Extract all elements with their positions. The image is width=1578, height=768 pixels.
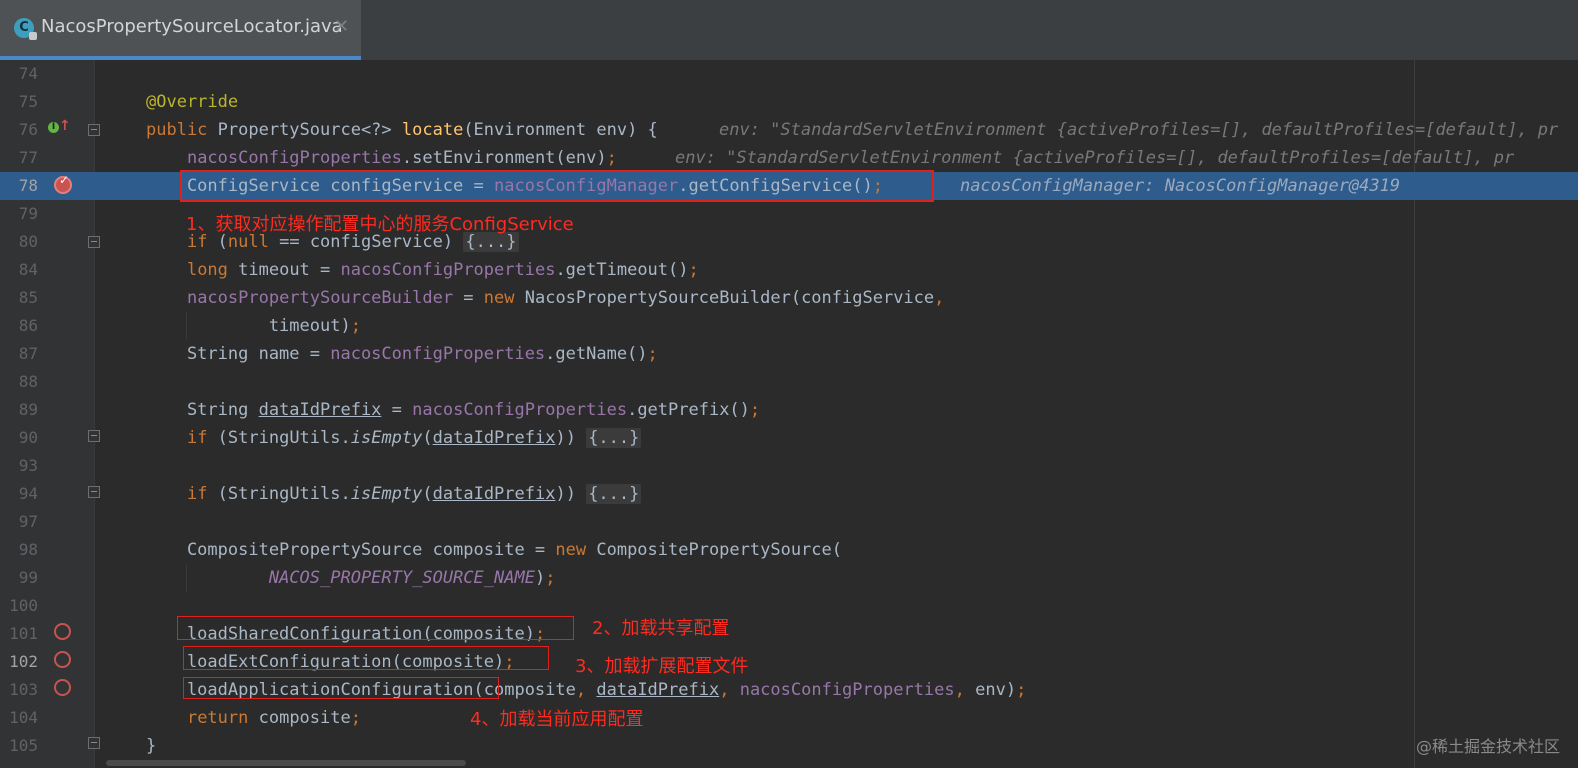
code-line[interactable]: 90 if (StringUtils.isEmpty(dataIdPrefix)… [0,424,1578,452]
implements-method-icon[interactable]: I [48,122,59,133]
fold-toggle-icon[interactable] [88,124,100,136]
line-number: 105 [9,736,38,755]
line-number: 94 [18,484,38,503]
code-line[interactable]: 93 [0,452,1578,480]
code-text: long timeout = nacosConfigProperties.get… [186,260,699,280]
code-line[interactable]: 97 [0,508,1578,536]
fold-toggle-icon[interactable] [88,236,100,248]
breakpoint-icon[interactable] [54,623,71,640]
annotation-1: 1、获取对应操作配置中心的服务ConfigService [186,214,574,235]
code-text: CompositePropertySource composite = new … [146,540,842,560]
debug-inline-value: env: "StandardServletEnvironment {active… [719,120,1559,140]
close-icon[interactable]: ✕ [334,16,349,37]
code-line[interactable]: 84 long timeout = nacosConfigProperties.… [0,256,1578,284]
highlight-box-config-service [180,170,934,202]
debug-inline-value: env: "StandardServletEnvironment {active… [675,148,1515,168]
annotation-3: 3、加载扩展配置文件 [575,656,749,677]
code-line[interactable]: 86 timeout); [0,312,1578,340]
breakpoint-hit-icon[interactable] [54,173,72,194]
code-line[interactable]: 98 CompositePropertySource composite = n… [0,536,1578,564]
tab-nacos-property-source-locator[interactable]: C NacosPropertySourceLocator.java ✕ [0,0,361,60]
line-number: 80 [18,232,38,251]
line-number: 100 [9,596,38,615]
code-line[interactable]: 76 public PropertySource<?> locate(Envir… [0,116,1578,144]
code-line[interactable]: 74 [0,60,1578,88]
line-number: 74 [18,64,38,83]
fold-toggle-icon[interactable] [88,430,100,442]
line-number: 78 [18,176,38,195]
line-number: 103 [9,680,38,699]
debug-inline-value: nacosConfigManager: NacosConfigManager@4… [960,176,1401,196]
line-number: 85 [18,288,38,307]
line-number: 90 [18,428,38,447]
code-line[interactable]: 104 return composite; [0,704,1578,732]
code-line[interactable]: 88 [0,368,1578,396]
code-line[interactable]: 94 if (StringUtils.isEmpty(dataIdPrefix)… [0,480,1578,508]
annotation-4: 4、加载当前应用配置 [470,709,644,730]
editor-tab-bar: C NacosPropertySourceLocator.java ✕ [0,0,1578,60]
code-text: @Override [146,92,239,112]
line-number: 99 [18,568,38,587]
highlight-box-load-application [183,677,499,699]
indent-guide [186,564,187,592]
code-text: public PropertySource<?> locate(Environm… [146,120,658,140]
line-number: 84 [18,260,38,279]
code-line[interactable]: 75 @Override [0,88,1578,116]
highlight-box-load-shared [177,616,574,640]
horizontal-scrollbar[interactable] [106,760,466,766]
code-line[interactable]: 77 nacosConfigProperties.setEnvironment(… [0,144,1578,172]
java-class-icon: C [14,18,37,40]
line-number: 76 [18,120,38,139]
code-text: if (StringUtils.isEmpty(dataIdPrefix)) {… [186,428,642,448]
line-number: 88 [18,372,38,391]
line-number: 89 [18,400,38,419]
line-number: 101 [9,624,38,643]
code-text: nacosPropertySourceBuilder = new NacosPr… [186,288,945,308]
line-number: 75 [18,92,38,111]
breakpoint-icon[interactable] [54,679,71,696]
line-number: 102 [9,652,38,671]
code-line[interactable]: 99 NACOS_PROPERTY_SOURCE_NAME); [0,564,1578,592]
line-number: 93 [18,456,38,475]
watermark: @稀土掘金技术社区 [1415,737,1560,756]
arrow-up-icon: ↑ [59,118,71,134]
line-number: 104 [9,708,38,727]
code-text: if (StringUtils.isEmpty(dataIdPrefix)) {… [186,484,642,504]
tab-title: NacosPropertySourceLocator.java [41,16,343,37]
breakpoint-icon[interactable] [54,651,71,668]
line-number: 79 [18,204,38,223]
code-text: NACOS_PROPERTY_SOURCE_NAME); [268,568,556,588]
code-line[interactable]: 89 String dataIdPrefix = nacosConfigProp… [0,396,1578,424]
code-text: String name = nacosConfigProperties.getN… [146,344,658,364]
code-text: nacosConfigProperties.setEnvironment(env… [186,148,617,168]
highlight-box-load-ext [183,646,549,670]
annotation-2: 2、加载共享配置 [592,618,730,639]
fold-toggle-icon[interactable] [88,737,100,749]
code-text: timeout); [146,316,361,336]
line-number: 98 [18,540,38,559]
code-text: String dataIdPrefix = nacosConfigPropert… [146,400,761,420]
line-number: 77 [18,148,38,167]
fold-toggle-icon[interactable] [88,486,100,498]
code-line[interactable]: 105 } [0,732,1578,760]
line-number: 86 [18,316,38,335]
code-text: return composite; [186,708,361,728]
indent-guide [186,312,187,340]
line-number: 97 [18,512,38,531]
code-text: } [146,736,157,756]
line-number: 87 [18,344,38,363]
code-line[interactable]: 87 String name = nacosConfigProperties.g… [0,340,1578,368]
code-line[interactable]: 85 nacosPropertySourceBuilder = new Naco… [0,284,1578,312]
